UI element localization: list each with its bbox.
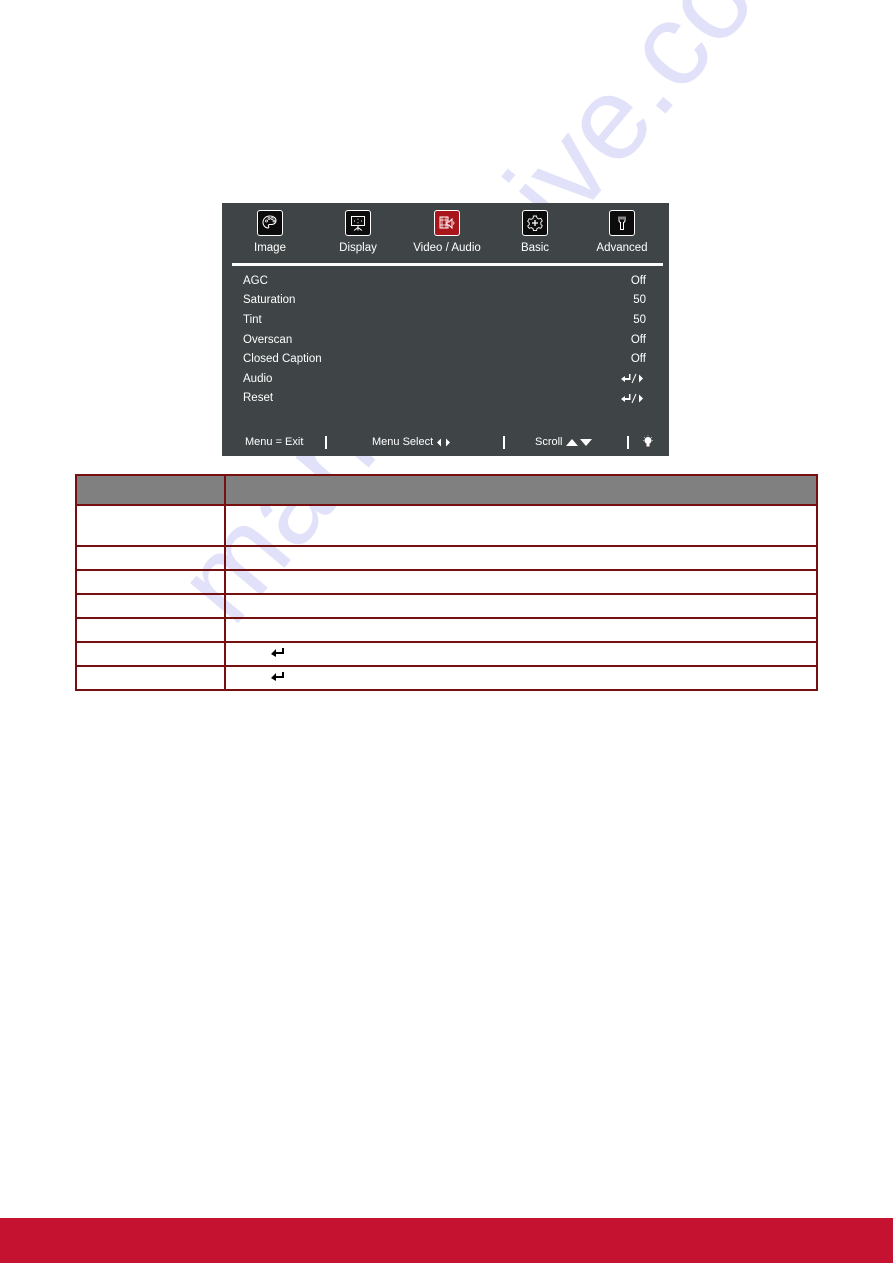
tab-label: Display (339, 242, 377, 254)
table-header-item (75, 474, 226, 506)
setting-label: Saturation (243, 294, 296, 307)
setting-reset[interactable]: Reset (243, 389, 646, 409)
left-right-arrows-icon (437, 438, 451, 446)
setting-saturation[interactable]: Saturation 50 (243, 291, 646, 311)
tab-display[interactable]: Display (313, 210, 403, 254)
table-row (75, 504, 818, 547)
setting-value: 50 (633, 294, 646, 307)
tab-basic[interactable]: Basic (490, 210, 580, 254)
table-cell-description (224, 569, 818, 595)
table-row (75, 593, 818, 619)
enter-icon (270, 671, 286, 685)
setting-label: AGC (243, 274, 268, 287)
table-row (75, 545, 818, 571)
setting-overscan[interactable]: Overscan Off (243, 330, 646, 350)
menu-select-hint: Menu Select (372, 434, 453, 450)
table-cell-item (75, 641, 226, 667)
tab-underline (232, 263, 663, 266)
tab-label: Video / Audio (413, 242, 481, 254)
setting-label: Audio (243, 372, 273, 385)
table-row (75, 617, 818, 643)
table-cell-description (224, 504, 818, 547)
scroll-hint: Scroll (535, 434, 593, 450)
scroll-label: Scroll (535, 436, 563, 448)
setting-audio[interactable]: Audio (243, 369, 646, 389)
table-cell-description (224, 593, 818, 619)
tab-advanced[interactable]: Advanced (577, 210, 667, 254)
lightbulb-icon (642, 434, 654, 450)
tab-image[interactable]: Image (225, 210, 315, 254)
enter-icon (270, 647, 286, 661)
table-cell-description (224, 545, 818, 571)
table-header-row (75, 474, 818, 506)
enter-or-right-icon (620, 393, 646, 404)
setting-label: Closed Caption (243, 353, 322, 366)
osd-tab-bar: Image Display Video / Audio Basic Advanc… (222, 203, 669, 266)
setting-label: Overscan (243, 333, 293, 346)
setting-label: Reset (243, 392, 274, 405)
setting-tint[interactable]: Tint 50 (243, 310, 646, 330)
table-row (75, 641, 818, 667)
enter-or-right-icon (620, 373, 646, 384)
osd-settings-list: AGC Off Saturation 50 Tint 50 Overscan O… (243, 271, 646, 408)
page-footer-bar (0, 1218, 893, 1263)
table-cell-item (75, 504, 226, 547)
film-speaker-icon (434, 210, 460, 236)
setting-value: Off (630, 333, 646, 346)
setting-agc[interactable]: AGC Off (243, 271, 646, 291)
table-cell-item (75, 593, 226, 619)
table-cell-item (75, 617, 226, 643)
table-cell-description (224, 641, 818, 667)
table-header-description (224, 474, 818, 506)
separator (325, 436, 327, 449)
table-cell-description (224, 617, 818, 643)
table-cell-item (75, 545, 226, 571)
setting-value: Off (630, 274, 646, 287)
table-row (75, 665, 818, 691)
osd-footer-hints: Menu = Exit Menu Select Scroll (222, 434, 669, 450)
projection-screen-icon (345, 210, 371, 236)
tab-label: Advanced (596, 242, 648, 254)
palette-icon (257, 210, 283, 236)
setting-value: Off (630, 353, 646, 366)
setting-closed-caption[interactable]: Closed Caption Off (243, 349, 646, 369)
gear-plus-icon (522, 210, 548, 236)
tab-label: Basic (520, 242, 550, 254)
table-row (75, 569, 818, 595)
tab-label: Image (254, 242, 286, 254)
table-cell-item (75, 569, 226, 595)
up-down-arrows-icon (565, 438, 592, 446)
setting-value: 50 (633, 313, 646, 326)
osd-menu-panel: Image Display Video / Audio Basic Advanc… (222, 203, 669, 456)
separator (503, 436, 505, 449)
setting-label: Tint (243, 313, 262, 326)
tab-video-audio[interactable]: Video / Audio (402, 210, 492, 254)
wrench-icon (609, 210, 635, 236)
table-cell-description (224, 665, 818, 691)
settings-description-table (75, 474, 818, 691)
table-cell-item (75, 665, 226, 691)
menu-select-label: Menu Select (372, 436, 434, 448)
menu-exit-hint: Menu = Exit (245, 436, 304, 448)
separator (627, 436, 629, 449)
